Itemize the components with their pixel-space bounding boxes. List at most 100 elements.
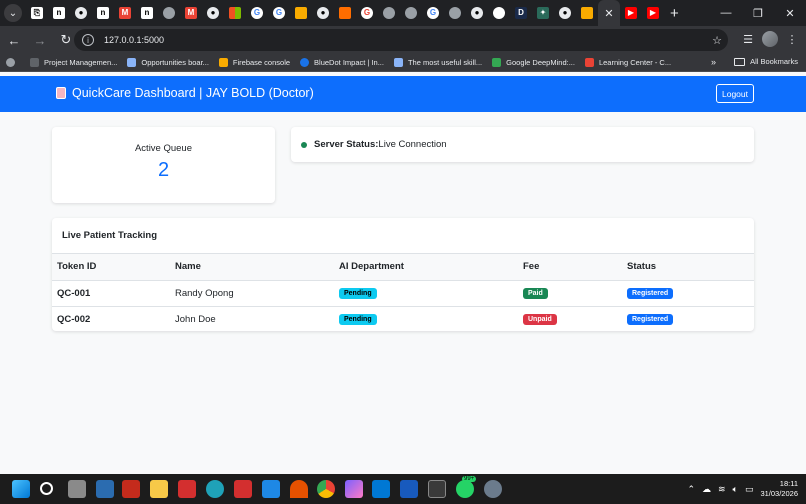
patient-name: Randy Opong xyxy=(170,280,334,307)
system-tray: ⌃ ☁ ≋ 🔈︎ ▭ 18:11 31/03/2026 xyxy=(687,479,798,499)
bookmark-favicon-icon xyxy=(584,58,594,67)
tab[interactable]: G xyxy=(268,0,290,26)
google-icon: G xyxy=(427,7,439,19)
media-controls-icon[interactable]: ☰ xyxy=(738,28,758,50)
minimize-icon[interactable]: — xyxy=(710,0,742,26)
file-explorer-icon[interactable] xyxy=(150,480,168,498)
tab[interactable] xyxy=(224,0,246,26)
edge-icon[interactable] xyxy=(206,480,224,498)
tab[interactable]: ● xyxy=(202,0,224,26)
back-icon[interactable]: ← xyxy=(2,28,26,52)
copilot-icon[interactable] xyxy=(345,480,363,498)
settings-icon[interactable] xyxy=(484,480,502,498)
bookmark-item[interactable]: Learning Center - C... xyxy=(584,58,671,67)
forward-icon[interactable]: → xyxy=(28,28,52,52)
whatsapp-icon[interactable] xyxy=(456,480,474,498)
bookmark-item[interactable] xyxy=(6,58,20,67)
tab[interactable]: ▶ xyxy=(620,0,642,26)
tab[interactable]: M xyxy=(114,0,136,26)
tab[interactable]: D xyxy=(510,0,532,26)
search-icon[interactable] xyxy=(40,482,53,495)
word-icon[interactable] xyxy=(400,480,418,498)
play-icon[interactable] xyxy=(262,480,280,498)
tab[interactable] xyxy=(158,0,180,26)
tab-search-icon[interactable]: ⌄ xyxy=(4,4,22,22)
all-bookmarks[interactable]: All Bookmarks xyxy=(734,57,798,66)
app-header: QuickCare Dashboard | JAY BOLD (Doctor) … xyxy=(0,76,806,112)
clock[interactable]: 18:11 31/03/2026 xyxy=(760,479,798,499)
tab[interactable]: G xyxy=(246,0,268,26)
profile-avatar[interactable] xyxy=(762,31,778,47)
more-bookmarks-icon[interactable]: » xyxy=(711,57,716,67)
tab[interactable] xyxy=(576,0,598,26)
site-info-icon[interactable]: i xyxy=(82,34,94,46)
toolbar-actions: ☰ ⋮ xyxy=(738,28,802,50)
windows-taskbar: 99+ ⌃ ☁ ≋ 🔈︎ ▭ 18:11 31/03/2026 xyxy=(0,474,806,504)
tab[interactable] xyxy=(444,0,466,26)
start-icon[interactable] xyxy=(12,480,30,498)
bookmark-label: Firebase console xyxy=(232,58,291,67)
chevron-up-icon[interactable]: ⌃ xyxy=(687,484,695,495)
tab[interactable] xyxy=(334,0,356,26)
app-icon[interactable] xyxy=(234,480,252,498)
new-tab-button[interactable]: + xyxy=(670,5,679,22)
bookmark-item[interactable]: BlueDot Impact | In... xyxy=(300,58,384,67)
vscode-icon[interactable] xyxy=(372,480,390,498)
restore-icon[interactable]: ❐ xyxy=(742,0,774,26)
col-fee: Fee xyxy=(518,254,622,281)
bookmark-item[interactable]: Opportunities boar... xyxy=(127,58,209,67)
tab[interactable]: ● xyxy=(70,0,92,26)
terminal-icon[interactable] xyxy=(428,480,446,498)
wps-icon[interactable] xyxy=(178,480,196,498)
tab[interactable] xyxy=(378,0,400,26)
tab[interactable]: ⎘ xyxy=(26,0,48,26)
tab[interactable] xyxy=(488,0,510,26)
department-cell: Pending xyxy=(334,306,518,331)
task-view-icon[interactable] xyxy=(68,480,86,498)
globe-icon xyxy=(383,7,395,19)
wifi-icon[interactable]: ≋ xyxy=(718,484,726,495)
tab[interactable] xyxy=(290,0,312,26)
firebase-icon xyxy=(339,7,351,19)
tab[interactable]: G xyxy=(422,0,444,26)
bookmark-favicon-icon xyxy=(30,58,39,67)
bookmark-item[interactable]: The most useful skill... xyxy=(393,58,482,67)
bookmark-label: Project Managemen... xyxy=(44,58,118,67)
department-badge: Pending xyxy=(339,314,377,325)
table-row: QC-002 John Doe Pending Unpaid Registere… xyxy=(52,306,754,331)
firebase-icon xyxy=(218,58,228,67)
tab[interactable]: ● xyxy=(312,0,334,26)
menu-icon[interactable]: ⋮ xyxy=(782,28,802,50)
close-window-icon[interactable]: ✕ xyxy=(774,0,806,26)
address-bar[interactable]: i 127.0.0.1:5000 ☆ xyxy=(74,29,728,51)
tab[interactable] xyxy=(400,0,422,26)
widgets-icon[interactable] xyxy=(96,480,114,498)
tab[interactable]: G xyxy=(356,0,378,26)
bookmark-item[interactable]: Google DeepMind:... xyxy=(492,58,575,67)
volume-icon[interactable]: 🔈︎ xyxy=(733,484,738,495)
bookmark-item[interactable]: Firebase console xyxy=(218,58,291,67)
globe-icon xyxy=(493,7,505,19)
tab[interactable]: ▶ xyxy=(642,0,664,26)
chrome-icon[interactable] xyxy=(317,480,335,498)
app-icon[interactable] xyxy=(290,480,308,498)
cloud-icon[interactable]: ☁ xyxy=(702,484,711,495)
token-id: QC-002 xyxy=(52,306,170,331)
tab-active[interactable]: ✕ xyxy=(598,0,620,26)
close-tab-icon[interactable]: ✕ xyxy=(604,7,613,20)
tab[interactable]: n xyxy=(48,0,70,26)
queue-count: 2 xyxy=(157,159,170,181)
bookmark-star-icon[interactable]: ☆ xyxy=(712,34,722,47)
tab[interactable]: ✦ xyxy=(532,0,554,26)
bookmark-item[interactable]: Project Managemen... xyxy=(30,58,117,67)
tab[interactable]: M xyxy=(180,0,202,26)
logout-button[interactable]: Logout xyxy=(716,84,754,103)
url-text[interactable]: 127.0.0.1:5000 xyxy=(104,35,164,45)
battery-icon[interactable]: ▭ xyxy=(745,484,754,495)
tab[interactable]: ● xyxy=(466,0,488,26)
page-title: QuickCare Dashboard | JAY BOLD (Doctor) xyxy=(72,86,314,100)
app-icon[interactable] xyxy=(122,480,140,498)
tab[interactable]: n xyxy=(136,0,158,26)
tab[interactable]: ● xyxy=(554,0,576,26)
tab[interactable]: n xyxy=(92,0,114,26)
